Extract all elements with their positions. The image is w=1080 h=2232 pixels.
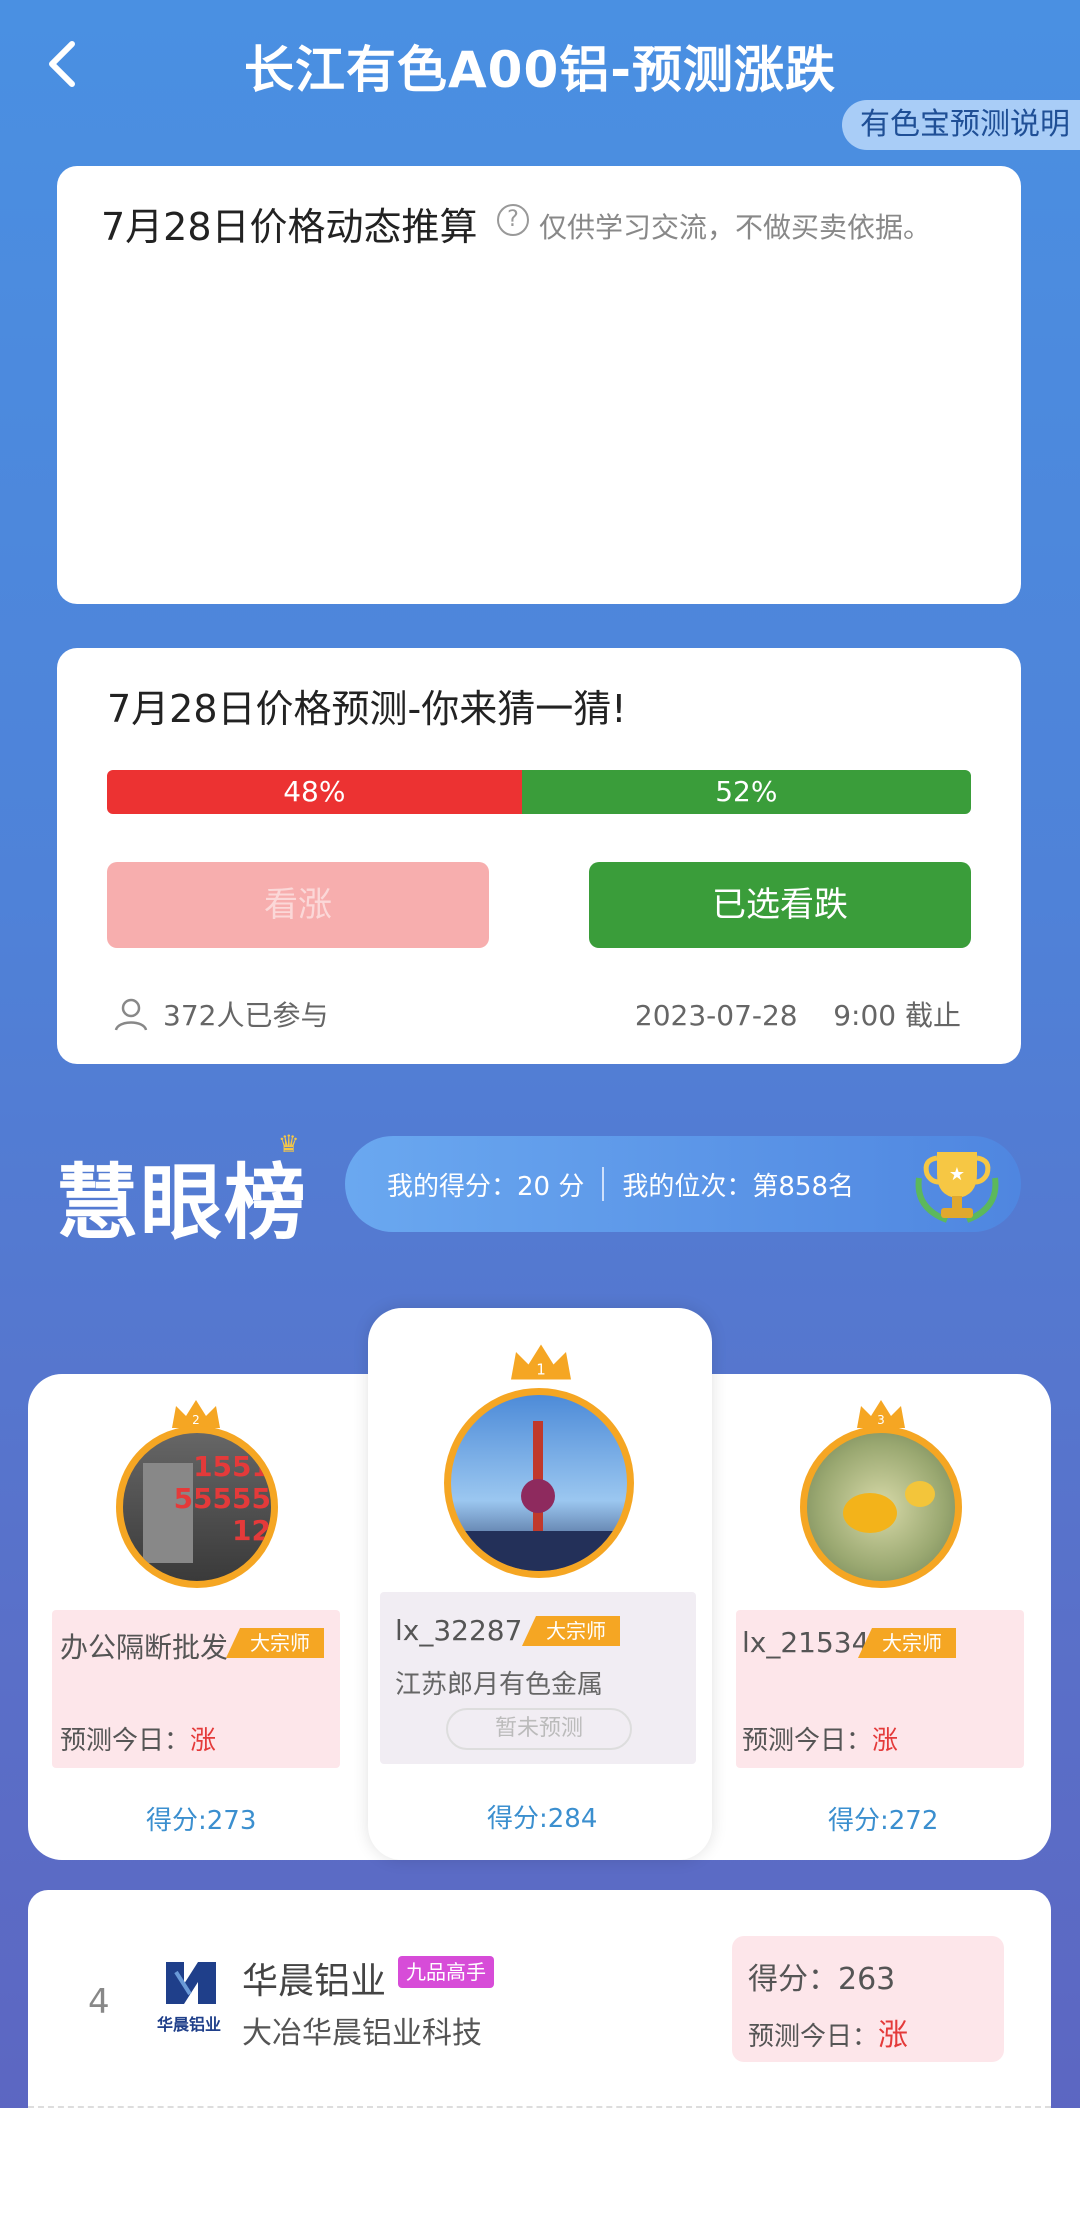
rank-number: 4 [88, 1982, 110, 2022]
header: 长江有色A00铝-预测涨跌 有色宝预测说明 [0, 0, 1080, 150]
svg-text:2: 2 [192, 1413, 200, 1427]
prediction-label: 预测今日： [748, 2022, 879, 2052]
guess-card: 7月28日价格预测-你来猜一猜! 48% 52% 看涨 已选看跌 372人已参与… [57, 648, 1021, 1064]
row-score-box: 得分：263 预测今日：涨 [732, 1936, 1004, 2062]
logo-text: 华晨铝业 [157, 2015, 221, 2034]
rank-2-score: 得分:273 [146, 1806, 257, 1836]
row-divider [28, 2106, 1051, 2108]
prediction-label: 预测今日： [60, 1726, 191, 1756]
leaderboard-row-4[interactable]: 4 华晨铝业 华晨铝业 九品高手 大冶华晨铝业科技 得分：263 预测今日：涨 [28, 1890, 1051, 2108]
disclaimer-note: 仅供学习交流，不做买卖依据。 [539, 211, 932, 244]
rank-1-company: 江苏郎月有色金属 [395, 1670, 604, 1700]
vote-down-segment: 52% [521, 770, 971, 814]
row-score: 得分：263 [748, 1962, 896, 1997]
participants-text: 372人已参与 [163, 999, 329, 1032]
user-icon [114, 998, 148, 1031]
bearish-selected-button[interactable]: 已选看跌 [589, 862, 971, 948]
my-score: 我的得分：20 分 [387, 1171, 585, 1202]
prediction-value: 涨 [190, 1726, 217, 1756]
avatar-phone-text: 1551 55555 12 [173, 1450, 271, 1547]
svg-text:1: 1 [536, 1361, 546, 1379]
crown-rank-1-icon: 1 [511, 1344, 571, 1380]
company-logo: 华晨铝业 [146, 1952, 232, 2044]
page-title: 长江有色A00铝-预测涨跌 [243, 41, 837, 99]
rank-1-score: 得分:284 [487, 1804, 598, 1834]
row-badge: 九品高手 [398, 1956, 494, 1988]
bullish-button[interactable]: 看涨 [107, 862, 489, 948]
guess-title: 7月28日价格预测-你来猜一猜! [107, 687, 627, 731]
dynamic-estimate-title: 7月28日价格动态推算 [101, 205, 478, 249]
deadline-text: 2023-07-28 9:00 截止 [634, 999, 961, 1032]
rank-3-score: 得分:272 [828, 1806, 939, 1836]
trophy-icon: ★ [915, 1152, 999, 1223]
row-prediction: 预测今日：涨 [748, 2010, 908, 2054]
rank-1-name: lx_32287 [395, 1614, 523, 1647]
rank-3-name: lx_21534 [742, 1626, 870, 1659]
prediction-value: 涨 [872, 1726, 899, 1756]
avatar-rank-1[interactable] [444, 1388, 634, 1578]
rank-3-badge: 大宗师 [858, 1628, 956, 1658]
rank-1-no-prediction: 暂未预测 [446, 1708, 632, 1750]
vote-up-segment: 48% [107, 770, 522, 814]
dynamic-estimate-card: 7月28日价格动态推算 ? 仅供学习交流，不做买卖依据。 [57, 166, 1021, 604]
prediction-value: 涨 [878, 2018, 909, 2053]
rank-2-name: 办公隔断批发 [60, 1631, 229, 1664]
my-score-pill: 我的得分：20 分 我的位次：第858名 ★ [345, 1136, 1021, 1232]
prediction-label: 预测今日： [742, 1726, 873, 1756]
svg-text:3: 3 [877, 1413, 885, 1427]
participants-count: 372人已参与 [113, 994, 328, 1034]
leaderboard-logo: 慧眼榜 [56, 1156, 309, 1251]
bottom-area [0, 2108, 1080, 2232]
prediction-explanation-link[interactable]: 有色宝预测说明 [842, 100, 1080, 150]
row-name: 华晨铝业 [242, 1961, 387, 2002]
vote-ratio-bar: 48% 52% [107, 770, 971, 814]
rank-3-prediction: 预测今日：涨 [742, 1720, 898, 1757]
rank-1-badge: 大宗师 [522, 1616, 620, 1646]
divider [602, 1167, 605, 1201]
my-rank: 我的位次：第858名 [622, 1171, 854, 1202]
rank-2-prediction: 预测今日：涨 [60, 1720, 216, 1757]
avatar-rank-3[interactable] [800, 1426, 962, 1588]
question-circle-icon[interactable]: ? [497, 204, 529, 236]
avatar-rank-2[interactable]: 1551 55555 12 [116, 1426, 278, 1588]
row-company: 大冶华晨铝业科技 [242, 2016, 482, 2051]
svg-text:★: ★ [949, 1164, 965, 1185]
small-crown-icon: ♛ [278, 1130, 300, 1158]
rank-2-badge: 大宗师 [226, 1628, 324, 1658]
